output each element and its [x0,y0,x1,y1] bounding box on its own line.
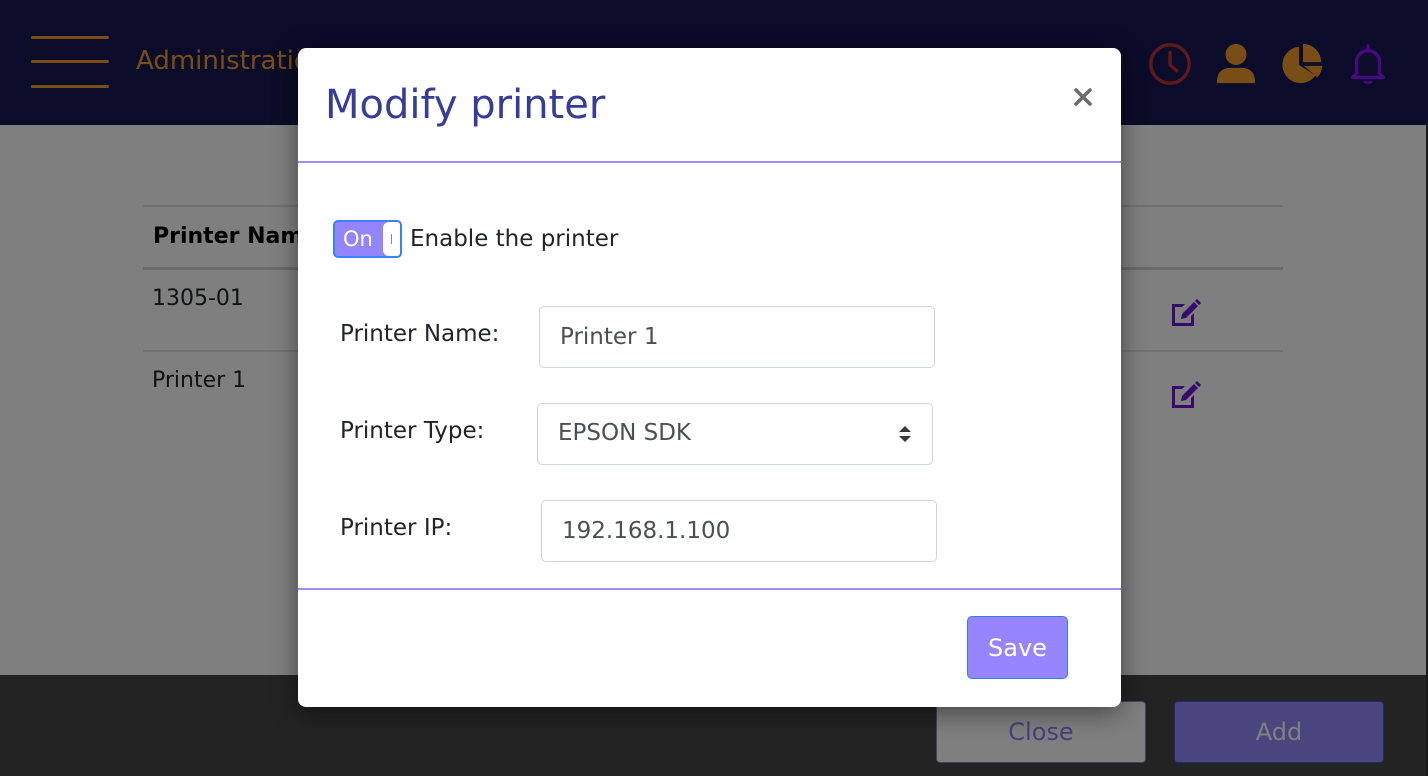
close-icon[interactable] [1068,82,1098,112]
printer-name-label: Printer Name: [340,321,500,347]
modal-footer: Save [298,590,1121,705]
save-button[interactable]: Save [967,616,1068,679]
printer-name-input[interactable] [539,306,935,368]
printer-ip-label: Printer IP: [340,515,453,541]
enable-printer-label: Enable the printer [410,226,619,252]
modal-body: On Enable the printer Printer Name: Prin… [298,163,1121,590]
toggle-knob [383,222,400,256]
printer-type-label: Printer Type: [340,418,485,444]
printer-type-value: EPSON SDK [558,420,692,446]
select-arrows-icon [899,426,911,442]
enable-printer-toggle[interactable]: On [333,220,402,258]
printer-ip-input[interactable] [541,500,937,562]
modal-header: Modify printer [298,48,1121,163]
modify-printer-dialog: Modify printer On Enable the printer Pri… [298,48,1121,707]
enable-printer-row: On Enable the printer [333,220,618,258]
printer-type-select[interactable]: EPSON SDK [537,403,933,465]
toggle-state-label: On [343,227,373,251]
modal-title: Modify printer [325,82,606,128]
